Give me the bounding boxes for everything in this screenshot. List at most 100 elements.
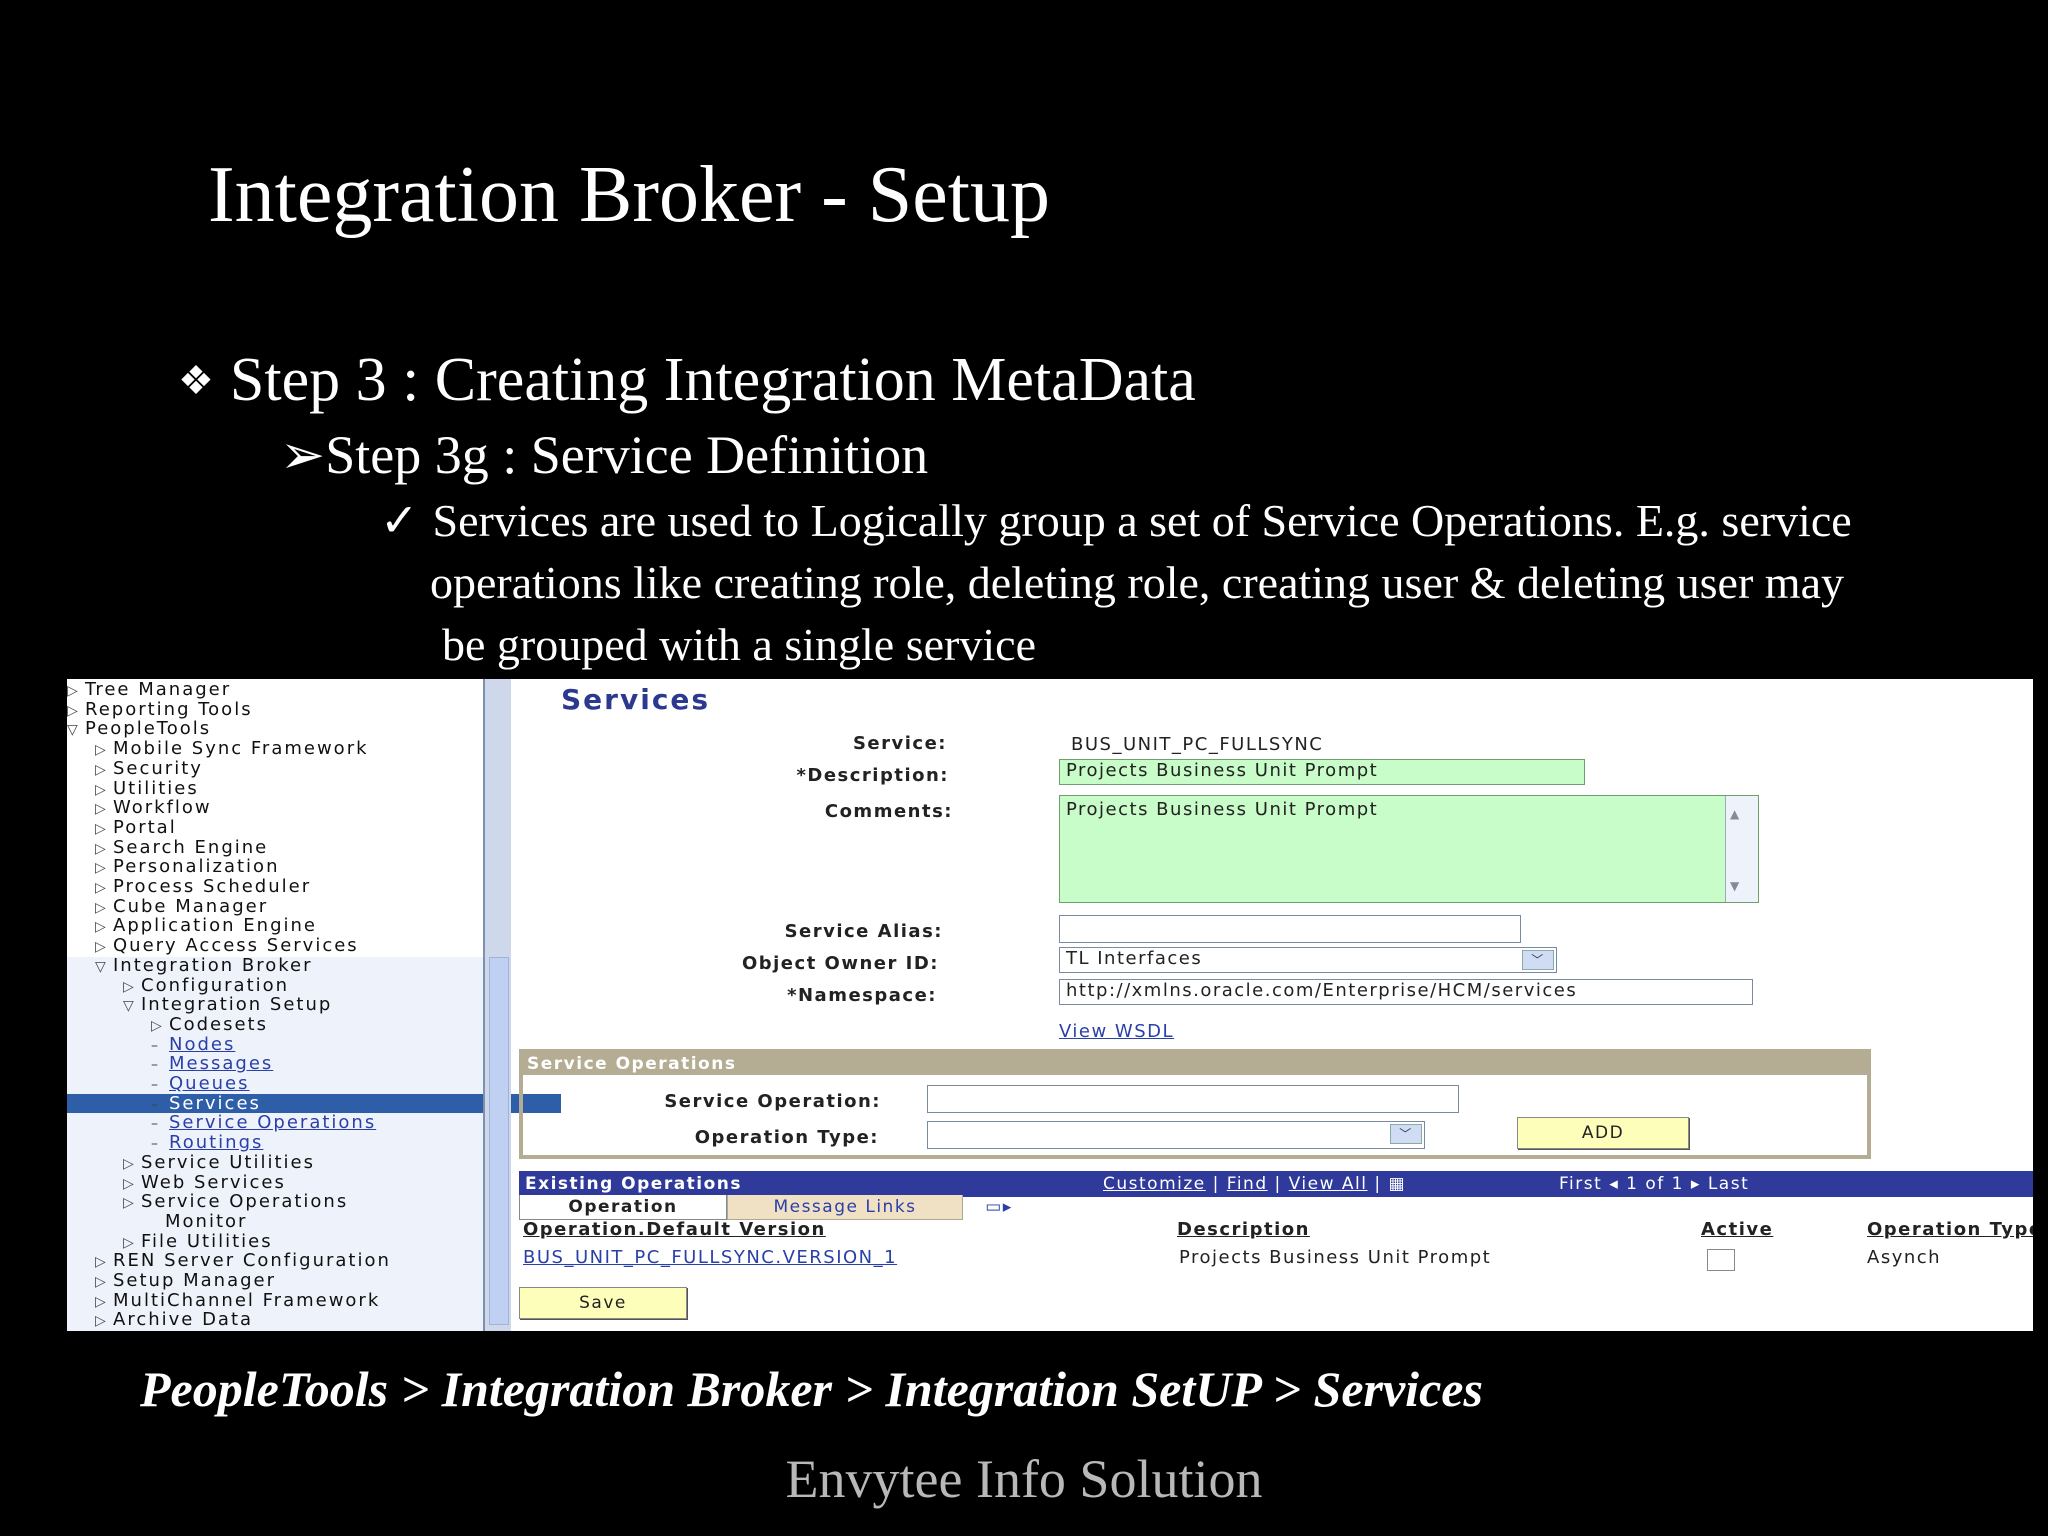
nav-item-setup-manager[interactable]: ▷ Setup Manager bbox=[95, 1271, 276, 1290]
operation-type-label: Operation Type: bbox=[694, 1127, 879, 1148]
nav-item-service-operations[interactable]: – Service Operations bbox=[151, 1113, 376, 1132]
nav-item-label: Workflow bbox=[113, 797, 212, 819]
nav-item-label: Codesets bbox=[169, 1013, 268, 1035]
first-link[interactable]: First bbox=[1559, 1174, 1602, 1194]
nav-item-ren-server-configuration[interactable]: ▷ REN Server Configuration bbox=[95, 1251, 391, 1270]
nav-item-workflow[interactable]: ▷ Workflow bbox=[95, 798, 212, 817]
nav-item-query-access-services[interactable]: ▷ Query Access Services bbox=[95, 936, 359, 955]
customize-link[interactable]: Customize bbox=[1103, 1174, 1206, 1194]
description-field[interactable]: Projects Business Unit Prompt bbox=[1059, 759, 1585, 785]
nav-item-multichannel-framework[interactable]: ▷ MultiChannel Framework bbox=[95, 1291, 380, 1310]
collapsed-arrow-icon: ▷ bbox=[95, 860, 108, 877]
collapsed-arrow-icon: ▷ bbox=[95, 1274, 108, 1290]
find-link[interactable]: Find bbox=[1227, 1174, 1268, 1194]
first-arrow-icon[interactable]: ◂ bbox=[1609, 1174, 1619, 1194]
nav-item-nodes[interactable]: – Nodes bbox=[151, 1035, 235, 1054]
last-link[interactable]: Last bbox=[1708, 1174, 1749, 1194]
show-all-columns-icon[interactable]: ▭▸ bbox=[969, 1195, 1029, 1219]
view-wsdl-link[interactable]: View WSDL bbox=[1059, 1021, 1174, 1042]
active-checkbox[interactable] bbox=[1707, 1249, 1735, 1271]
owner-id-select[interactable]: TL Interfaces ﹀ bbox=[1059, 947, 1557, 973]
scroll-up-icon[interactable]: ▲ bbox=[1730, 800, 1741, 828]
last-arrow-icon[interactable]: ▸ bbox=[1691, 1174, 1701, 1194]
nav-item-monitor[interactable]: Monitor bbox=[147, 1212, 247, 1231]
nav-item-utilities[interactable]: ▷ Utilities bbox=[95, 779, 199, 798]
chevron-down-icon[interactable]: ﹀ bbox=[1522, 950, 1554, 970]
tab-message-links[interactable]: Message Links bbox=[727, 1195, 963, 1220]
collapsed-arrow-icon: ▷ bbox=[95, 801, 108, 818]
owner-id-label: Object Owner ID: bbox=[741, 953, 939, 974]
nav-item-mobile-sync-framework[interactable]: ▷ Mobile Sync Framework bbox=[95, 739, 369, 758]
nav-item-personalization[interactable]: ▷ Personalization bbox=[95, 857, 279, 876]
footer-company: Envytee Info Solution bbox=[785, 1449, 1263, 1509]
service-alias-field[interactable] bbox=[1059, 915, 1521, 943]
nav-item-process-scheduler[interactable]: ▷ Process Scheduler bbox=[95, 877, 311, 896]
nav-item-routings[interactable]: – Routings bbox=[151, 1133, 263, 1152]
operation-link[interactable]: BUS_UNIT_PC_FULLSYNC.VERSION_1 bbox=[523, 1247, 897, 1268]
comments-textarea[interactable]: Projects Business Unit Prompt ▲ ▼ bbox=[1059, 795, 1759, 903]
slide-title: Integration Broker - Setup bbox=[208, 151, 1050, 239]
nav-item-label: Personalization bbox=[113, 856, 280, 878]
nav-item-label: Utilities bbox=[113, 777, 199, 799]
operation-type-select[interactable]: ﹀ bbox=[927, 1121, 1425, 1149]
nav-item-integration-broker[interactable]: ▽ Integration Broker bbox=[95, 956, 313, 975]
nav-item-cube-manager[interactable]: ▷ Cube Manager bbox=[95, 897, 268, 916]
service-operations-group: Service Operations Service Operation: Op… bbox=[519, 1049, 1871, 1159]
nav-item-label: File Utilities bbox=[141, 1230, 273, 1252]
nav-item-label: Process Scheduler bbox=[113, 876, 312, 897]
nav-scrollbar[interactable] bbox=[485, 679, 511, 1331]
view-all-link[interactable]: View All bbox=[1289, 1174, 1368, 1194]
nav-scrollbar-thumb[interactable] bbox=[489, 957, 509, 1325]
leaf-dash-icon: – bbox=[151, 1116, 160, 1133]
nav-item-security[interactable]: ▷ Security bbox=[95, 759, 203, 778]
nav-item-archive-data[interactable]: ▷ Archive Data bbox=[95, 1310, 253, 1329]
step-heading: ❖ Step 3 : Creating Integration MetaData bbox=[178, 345, 1196, 416]
collapsed-arrow-icon: ▷ bbox=[95, 880, 108, 896]
nav-item-service-operations[interactable]: ▷ Service Operations bbox=[123, 1192, 348, 1211]
grid-download-icon[interactable]: ▦ bbox=[1389, 1174, 1407, 1194]
col-operation-type[interactable]: Operation Type bbox=[1867, 1219, 2033, 1240]
nav-item-label: MultiChannel Framework bbox=[113, 1289, 381, 1311]
nav-item-tree-manager[interactable]: ▷ Tree Manager bbox=[67, 680, 231, 699]
nav-item-label: Integration Setup bbox=[141, 994, 333, 1016]
col-description[interactable]: Description bbox=[1177, 1219, 1310, 1240]
service-value: BUS_UNIT_PC_FULLSYNC bbox=[1071, 734, 1324, 755]
nav-item-reporting-tools[interactable]: ▷ Reporting Tools bbox=[67, 700, 253, 719]
nav-item-file-utilities[interactable]: ▷ File Utilities bbox=[123, 1232, 273, 1251]
service-alias-label: Service Alias: bbox=[784, 921, 943, 942]
namespace-field[interactable]: http://xmlns.oracle.com/Enterprise/HCM/s… bbox=[1059, 979, 1753, 1005]
collapsed-arrow-icon: ▷ bbox=[95, 1293, 108, 1310]
expanded-arrow-icon: ▽ bbox=[67, 722, 80, 739]
nav-item-codesets[interactable]: ▷ Codesets bbox=[151, 1015, 268, 1034]
operation-description: Projects Business Unit Prompt bbox=[1179, 1247, 1492, 1268]
nav-item-queues[interactable]: – Queues bbox=[151, 1074, 250, 1093]
leaf-dash-icon: – bbox=[151, 1037, 160, 1054]
comments-scrollbar[interactable]: ▲ ▼ bbox=[1725, 796, 1758, 902]
detail-line-3: be grouped with a single service bbox=[442, 619, 1036, 670]
nav-item-peopletools[interactable]: ▽ PeopleTools bbox=[67, 719, 211, 738]
col-operation[interactable]: Operation.Default Version bbox=[523, 1219, 826, 1240]
nav-item-portal[interactable]: ▷ Portal bbox=[95, 818, 177, 837]
tab-operation[interactable]: Operation bbox=[519, 1195, 727, 1220]
nav-item-search-engine[interactable]: ▷ Search Engine bbox=[95, 838, 268, 857]
nav-item-label: Cube Manager bbox=[113, 895, 269, 917]
namespace-label: *Namespace: bbox=[787, 985, 937, 1006]
nav-item-messages[interactable]: – Messages bbox=[151, 1054, 273, 1073]
nav-item-web-services[interactable]: ▷ Web Services bbox=[123, 1173, 286, 1192]
diamond-bullet-icon: ❖ bbox=[178, 358, 214, 403]
service-operation-field[interactable] bbox=[927, 1085, 1459, 1113]
chevron-down-icon[interactable]: ﹀ bbox=[1390, 1124, 1422, 1144]
nav-item-integration-setup[interactable]: ▽ Integration Setup bbox=[123, 995, 332, 1014]
nav-item-application-engine[interactable]: ▷ Application Engine bbox=[95, 916, 317, 935]
save-button[interactable]: Save bbox=[519, 1287, 687, 1319]
collapsed-arrow-icon: ▷ bbox=[123, 978, 136, 995]
add-button[interactable]: ADD bbox=[1517, 1117, 1689, 1149]
peoplesoft-screenshot: ▷ Tree Manager ▷ Reporting Tools ▽ PeopleTool… bbox=[67, 679, 2033, 1331]
collapsed-arrow-icon: ▷ bbox=[95, 939, 108, 956]
nav-item-service-utilities[interactable]: ▷ Service Utilities bbox=[123, 1153, 315, 1172]
nav-item-label: Nodes bbox=[169, 1033, 236, 1055]
nav-item-configuration[interactable]: ▷ Configuration bbox=[123, 976, 289, 995]
scroll-down-icon[interactable]: ▼ bbox=[1730, 872, 1741, 900]
grid-links: Customize | Find | View All | ▦ bbox=[1103, 1174, 1407, 1194]
col-active[interactable]: Active bbox=[1701, 1219, 1773, 1240]
